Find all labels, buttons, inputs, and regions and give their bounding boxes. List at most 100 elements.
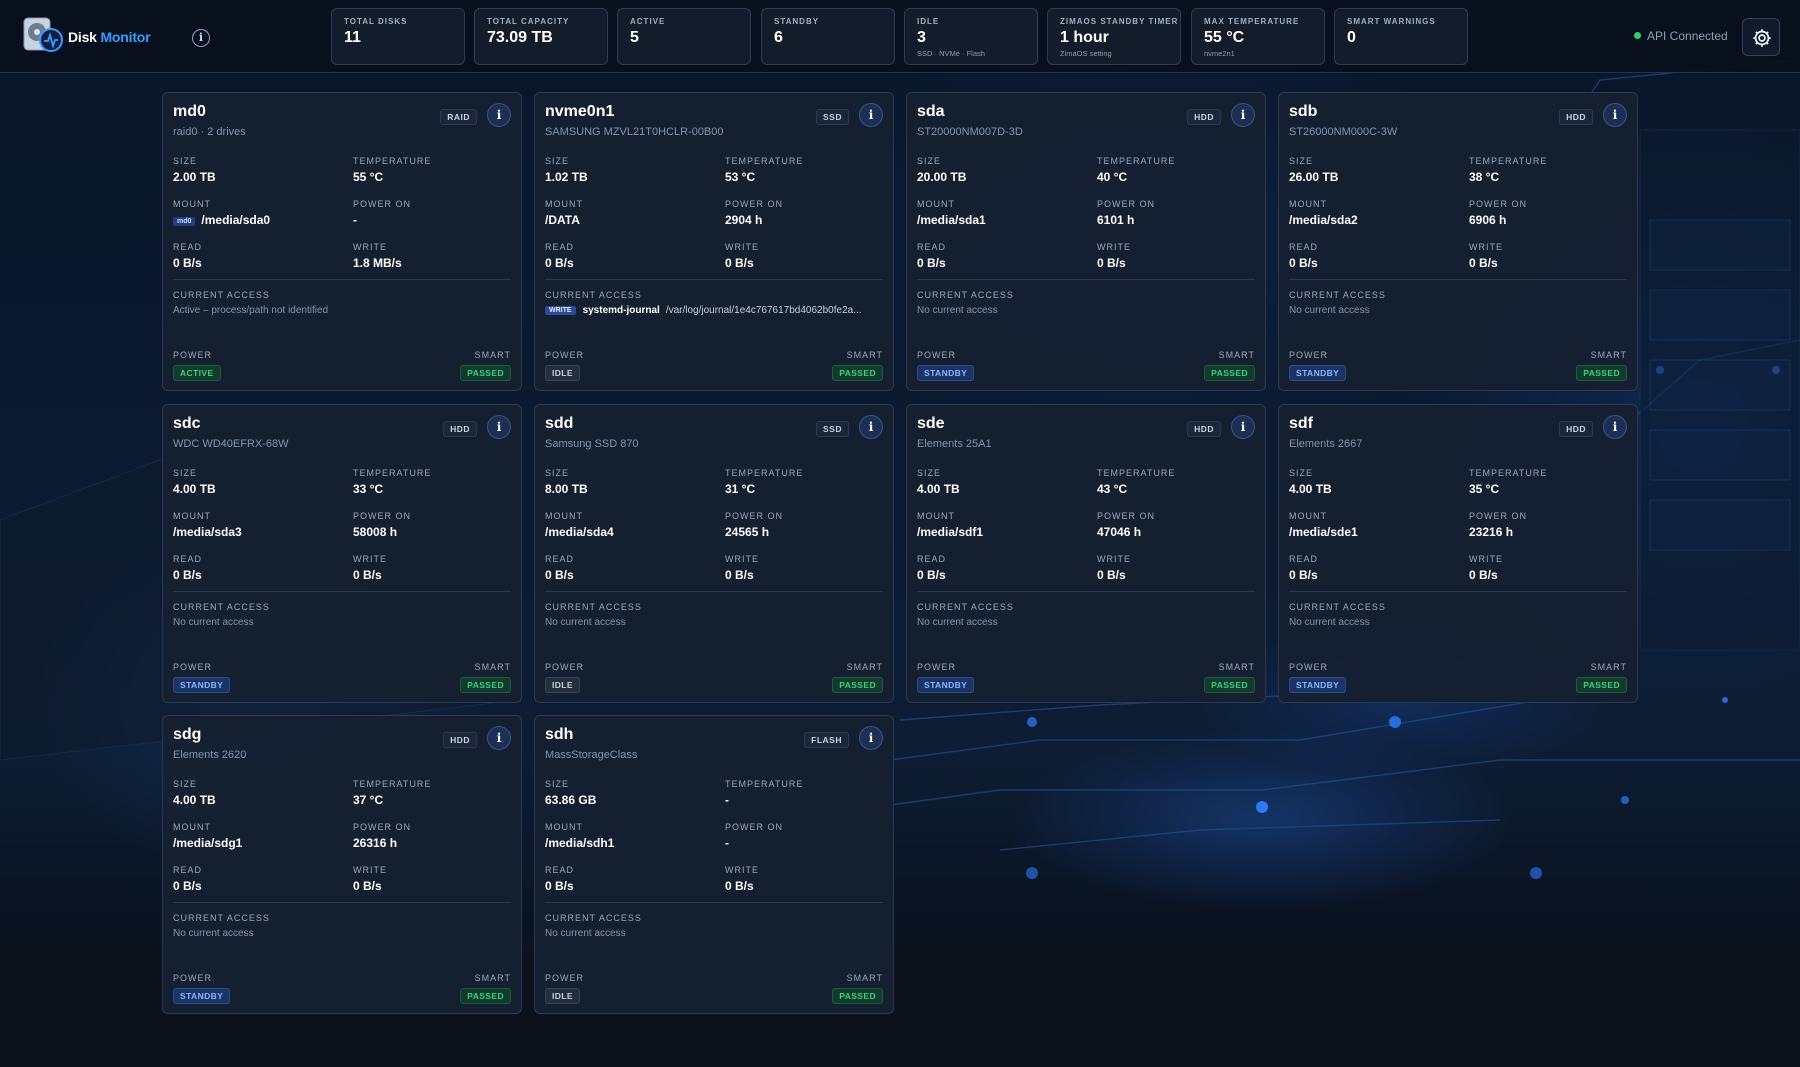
size-label: SIZE	[173, 468, 198, 478]
power-label: POWER	[1289, 662, 1329, 672]
power-on-label: POWER ON	[1097, 199, 1156, 209]
power-on-label: POWER ON	[725, 511, 784, 521]
temperature-value: 55 °C	[353, 170, 384, 184]
disk-model: Elements 2667	[1289, 438, 1363, 450]
current-access-label: CURRENT ACCESS	[1289, 290, 1386, 300]
stat-value: 3	[917, 29, 926, 46]
card-divider	[173, 902, 511, 903]
disk-card-sdd[interactable]: sdd Samsung SSD 870 SSD i SIZE 8.00 TB T…	[534, 404, 894, 703]
power-label: POWER	[545, 662, 585, 672]
size-label: SIZE	[173, 779, 198, 789]
write-field: WRITE 0 B/s	[1469, 242, 1639, 270]
stat-value: 0	[1347, 29, 1356, 46]
power-on-field: POWER ON -	[353, 199, 523, 227]
access-text: No current access	[545, 617, 626, 628]
disk-info-button[interactable]: i	[1231, 103, 1255, 127]
mount-field: MOUNT /DATA	[545, 199, 715, 227]
current-access-value: WRITENo current access	[545, 617, 883, 628]
disk-info-button[interactable]: i	[859, 103, 883, 127]
temperature-field: TEMPERATURE 40 °C	[1097, 156, 1267, 184]
disk-info-button[interactable]: i	[1231, 415, 1255, 439]
disk-card-sdb[interactable]: sdb ST26000NM000C-3W HDD i SIZE 26.00 TB…	[1278, 92, 1638, 391]
smart-label: SMART	[846, 350, 883, 360]
mount-value: /media/sdg1	[173, 836, 343, 850]
card-divider	[1289, 591, 1627, 592]
current-access-label: CURRENT ACCESS	[917, 290, 1014, 300]
power-on-label: POWER ON	[353, 822, 412, 832]
size-label: SIZE	[1289, 468, 1314, 478]
disk-card-sdc[interactable]: sdc WDC WD40EFRX-68W HDD i SIZE 4.00 TB …	[162, 404, 522, 703]
write-value: 0 B/s	[1097, 568, 1126, 582]
write-value: 0 B/s	[725, 568, 754, 582]
disk-info-button[interactable]: i	[1603, 103, 1627, 127]
mount-value: md0/media/sda0	[173, 213, 343, 227]
stat-standby-timer: ZIMAOS STANDBY TIMER 1 hour ZimaOS setti…	[1047, 8, 1181, 65]
power-on-field: POWER ON 23216 h	[1469, 511, 1639, 539]
smart-status-badge: PASSED	[460, 988, 511, 1004]
read-label: READ	[545, 242, 575, 252]
write-value: 0 B/s	[725, 256, 754, 270]
settings-button[interactable]	[1742, 18, 1780, 56]
disk-card-sdf[interactable]: sdf Elements 2667 HDD i SIZE 4.00 TB TEM…	[1278, 404, 1638, 703]
stat-sub: SSD · NVMe · Flash	[917, 49, 985, 58]
power-on-field: POWER ON 26316 h	[353, 822, 523, 850]
disk-card-md0[interactable]: md0 raid0 · 2 drives RAID i SIZE 2.00 TB…	[162, 92, 522, 391]
temperature-value: 33 °C	[353, 482, 384, 496]
temperature-label: TEMPERATURE	[1097, 156, 1176, 166]
stat-total-disks: TOTAL DISKS 11	[331, 8, 465, 65]
mount-value: /media/sdf1	[917, 525, 1087, 539]
read-label: READ	[545, 554, 575, 564]
stat-sub: ZimaOS setting	[1060, 49, 1112, 58]
app-logo[interactable]: Disk Monitor	[22, 16, 172, 56]
mount-field: MOUNT /media/sda3	[173, 511, 343, 539]
disk-info-button[interactable]: i	[487, 103, 511, 127]
smart-label: SMART	[474, 973, 511, 983]
power-on-label: POWER ON	[1469, 199, 1528, 209]
write-field: WRITE 0 B/s	[353, 865, 523, 893]
disk-info-button[interactable]: i	[487, 726, 511, 750]
power-label: POWER	[917, 350, 957, 360]
read-value: 0 B/s	[917, 568, 946, 582]
app-title-part2: Monitor	[96, 29, 151, 45]
current-access-value: WRITENo current access	[173, 617, 511, 628]
disk-card-sdg[interactable]: sdg Elements 2620 HDD i SIZE 4.00 TB TEM…	[162, 715, 522, 1014]
mount-badge: md0	[173, 217, 196, 226]
write-field: WRITE 0 B/s	[1097, 554, 1267, 582]
disk-card-sdh[interactable]: sdh MassStorageClass FLASH i SIZE 63.86 …	[534, 715, 894, 1014]
disk-info-button[interactable]: i	[487, 415, 511, 439]
power-on-value: 26316 h	[353, 836, 398, 850]
size-field: SIZE 4.00 TB	[173, 779, 343, 807]
mount-value: /media/sda1	[917, 213, 1087, 227]
power-state-badge: IDLE	[545, 677, 580, 693]
read-value: 0 B/s	[173, 256, 202, 270]
size-field: SIZE 26.00 TB	[1289, 156, 1459, 184]
mount-value: /DATA	[545, 213, 715, 227]
disk-name: md0	[173, 103, 206, 120]
disk-card-nvme0n1[interactable]: nvme0n1 SAMSUNG MZVL21T0HCLR-00B00 SSD i…	[534, 92, 894, 391]
app-info-icon[interactable]: i	[192, 29, 210, 47]
card-divider	[545, 902, 883, 903]
read-label: READ	[917, 554, 947, 564]
disk-card-sde[interactable]: sde Elements 25A1 HDD i SIZE 4.00 TB TEM…	[906, 404, 1266, 703]
temperature-field: TEMPERATURE 37 °C	[353, 779, 523, 807]
disk-info-button[interactable]: i	[859, 726, 883, 750]
disk-card-sda[interactable]: sda ST20000NM007D-3D HDD i SIZE 20.00 TB…	[906, 92, 1266, 391]
disk-model: MassStorageClass	[545, 749, 638, 761]
stat-active: ACTIVE 5	[617, 8, 751, 65]
power-label: POWER	[917, 662, 957, 672]
power-state-badge: STANDBY	[1289, 365, 1347, 381]
stat-value: 5	[630, 29, 639, 46]
temperature-field: TEMPERATURE 38 °C	[1469, 156, 1639, 184]
write-field: WRITE 0 B/s	[725, 554, 895, 582]
mount-field: MOUNT /media/sdf1	[917, 511, 1087, 539]
temperature-label: TEMPERATURE	[353, 779, 432, 789]
disk-info-button[interactable]: i	[859, 415, 883, 439]
disk-name: nvme0n1	[545, 103, 615, 120]
stat-label: IDLE	[917, 17, 940, 26]
top-bar: Disk Monitor i TOTAL DISKS 11 TOTAL CAPA…	[0, 0, 1800, 73]
disk-info-button[interactable]: i	[1603, 415, 1627, 439]
current-access-value: WRITENo current access	[1289, 305, 1627, 316]
temperature-label: TEMPERATURE	[353, 156, 432, 166]
temperature-field: TEMPERATURE 33 °C	[353, 468, 523, 496]
disk-name: sdc	[173, 415, 201, 432]
